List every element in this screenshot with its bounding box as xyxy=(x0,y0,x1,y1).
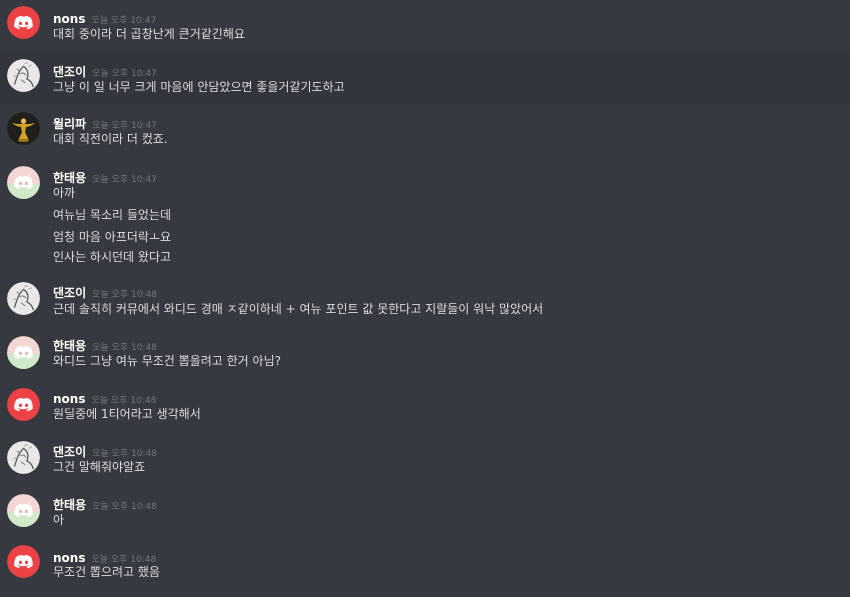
message-text: 그냥 이 일 너무 크게 마음에 안담았으면 좋을거같기도하고 xyxy=(53,80,345,94)
message-text: 아까 xyxy=(53,186,76,200)
message-group: 댄조이 오늘 오후 10:48 근데 솔직히 커뮤에서 와디드 경매 ㅈ같이하네 … xyxy=(0,269,850,323)
message-group: 한태용 오늘 오후 10:47 아까 여뉴님 목소리 들었는데 엄청 마음 아프더… xyxy=(0,157,850,269)
discord-logo-red-icon[interactable] xyxy=(7,6,40,39)
golden-figure-avatar-icon[interactable] xyxy=(7,112,40,145)
message-text: 대회 중이라 더 곱창난게 큰거같긴해요 xyxy=(53,27,245,41)
message-text: 인사는 하시던데 왔다고 xyxy=(53,250,172,264)
message-group: nons 오늘 오후 10:48 원딜중에 1티어라고 생각해서 xyxy=(0,376,850,429)
message-text: 대회 직전이라 더 컸죠. xyxy=(53,132,168,146)
message-timestamp: 오늘 오후 10:48 xyxy=(92,502,157,512)
discord-logo-red-icon[interactable] xyxy=(7,388,40,421)
message-group: nons 오늘 오후 10:47 대회 중이라 더 곱창난게 큰거같긴해요 xyxy=(0,0,850,52)
message-text: 무조건 뽑으려고 했음 xyxy=(53,565,160,579)
message-text: 근데 솔직히 커뮤에서 와디드 경매 ㅈ같이하네 + 여뉴 포인트 값 못한다고… xyxy=(53,302,544,316)
discord-logo-pink-icon[interactable] xyxy=(7,336,40,369)
message-author[interactable]: 윌리파 xyxy=(53,117,86,131)
message-author[interactable]: 한태용 xyxy=(53,171,86,185)
message-text: 원딜중에 1티어라고 생각해서 xyxy=(53,407,201,421)
message-text: 아 xyxy=(53,513,65,527)
message-text: 와디드 그냥 여뉴 무조건 뽑을려고 한거 아님? xyxy=(53,354,281,368)
message-text: 여뉴님 목소리 들었는데 xyxy=(53,208,172,222)
discord-logo-pink-icon[interactable] xyxy=(7,166,40,199)
message-text: 그건 말해줘야알죠 xyxy=(53,460,146,474)
sketch-avatar-icon[interactable] xyxy=(7,282,40,315)
message-text: 엄청 마음 아프더락ㅗ요 xyxy=(53,230,172,244)
chat-message-list: nons 오늘 오후 10:47 대회 중이라 더 곱창난게 큰거같긴해요 댄조이… xyxy=(0,0,850,597)
message-author[interactable]: nons xyxy=(53,12,85,26)
message-group: 한태용 오늘 오후 10:48 아 xyxy=(0,482,850,535)
discord-logo-pink-icon[interactable] xyxy=(7,494,40,527)
message-group: 한태용 오늘 오후 10:48 와디드 그냥 여뉴 무조건 뽑을려고 한거 아님? xyxy=(0,323,850,376)
message-group: 댄조이 오늘 오후 10:48 그건 말해줘야알죠 xyxy=(0,429,850,482)
message-author[interactable]: 댄조이 xyxy=(53,286,86,300)
message-group: 윌리파 오늘 오후 10:47 대회 직전이라 더 컸죠. xyxy=(0,104,850,157)
message-author[interactable]: nons xyxy=(53,392,85,406)
sketch-avatar-icon[interactable] xyxy=(7,59,40,92)
message-author[interactable]: 한태용 xyxy=(53,339,86,353)
message-author[interactable]: 댄조이 xyxy=(53,65,86,79)
discord-logo-red-icon[interactable] xyxy=(7,545,40,578)
message-author[interactable]: 한태용 xyxy=(53,498,86,512)
message-timestamp: 오늘 오후 10:47 xyxy=(92,175,157,185)
message-author[interactable]: 댄조이 xyxy=(53,445,86,459)
message-group: nons 오늘 오후 10:48 무조건 뽑으려고 했음 xyxy=(0,535,850,597)
message-group: 댄조이 오늘 오후 10:47 그냥 이 일 너무 크게 마음에 안담았으면 좋을… xyxy=(0,52,850,104)
message-timestamp: 오늘 오후 10:48 xyxy=(92,290,157,300)
sketch-avatar-icon[interactable] xyxy=(7,441,40,474)
